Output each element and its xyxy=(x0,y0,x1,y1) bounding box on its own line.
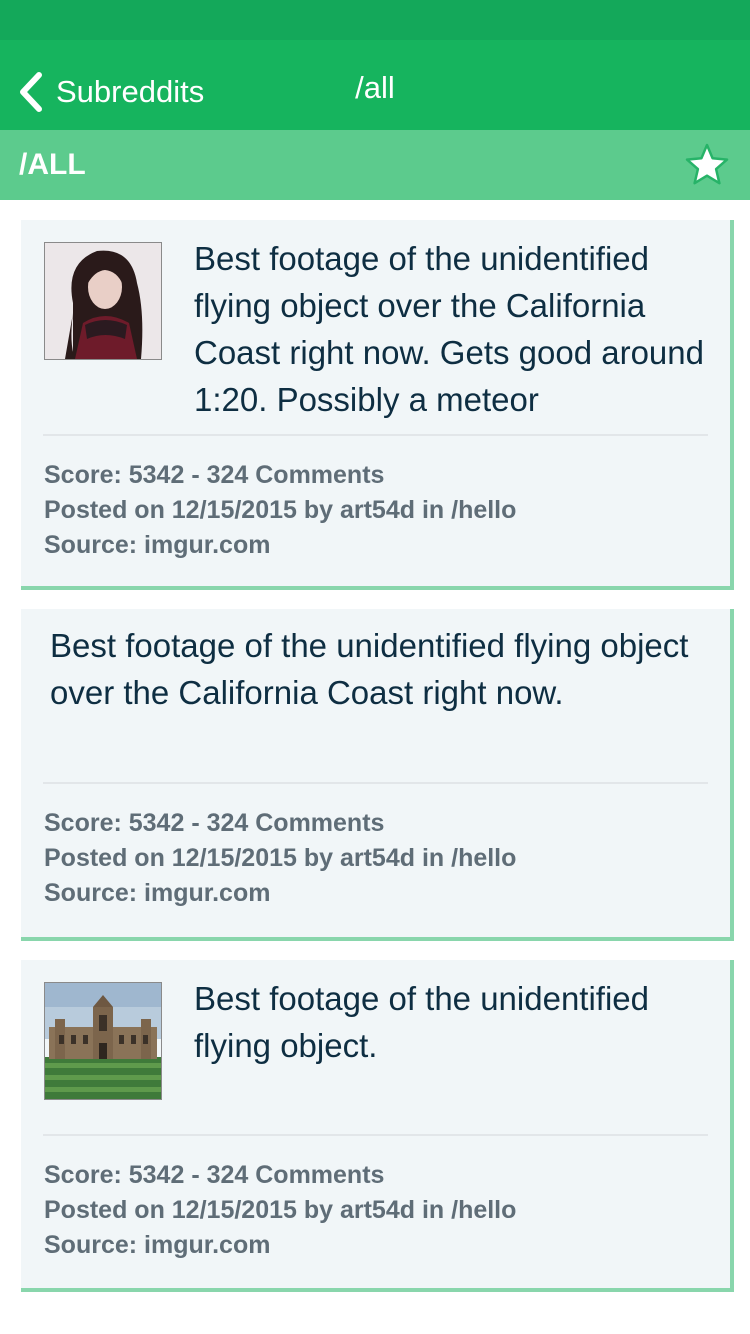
post-score: Score: 5342 - 324 Comments xyxy=(44,1161,385,1189)
post-source[interactable]: Source: imgur.com xyxy=(44,876,270,911)
subreddit-header: /ALL xyxy=(0,130,750,200)
status-bar xyxy=(0,0,750,40)
portrait-thumbnail xyxy=(45,243,161,359)
building-thumbnail xyxy=(45,983,161,1099)
page-title: /all xyxy=(355,70,395,105)
navigation-bar: Subreddits /all xyxy=(0,40,750,130)
post-title[interactable]: Best footage of the unidentified flying … xyxy=(194,235,709,423)
post-thumbnail[interactable] xyxy=(44,982,162,1100)
favorite-button[interactable] xyxy=(684,142,730,188)
post-score: Score: 5342 - 324 Comments xyxy=(44,809,385,837)
subreddit-title: /ALL xyxy=(19,148,86,181)
post-posted-info: Posted on 12/15/2015 by art54d in /hello xyxy=(44,1196,517,1224)
post-source[interactable]: Source: imgur.com xyxy=(44,528,270,563)
post-posted-info: Posted on 12/15/2015 by art54d in /hello xyxy=(44,496,517,524)
post-card[interactable]: Best footage of the unidentified flying … xyxy=(21,220,734,590)
post-title[interactable]: Best footage of the unidentified flying … xyxy=(50,622,695,716)
post-divider xyxy=(43,1134,708,1136)
post-title[interactable]: Best footage of the unidentified flying … xyxy=(194,975,709,1069)
post-source[interactable]: Source: imgur.com xyxy=(44,1228,270,1263)
post-score: Score: 5342 - 324 Comments xyxy=(44,461,385,489)
post-card[interactable]: Best footage of the unidentified flying … xyxy=(21,960,734,1292)
post-card[interactable]: Best footage of the unidentified flying … xyxy=(21,609,734,941)
post-divider xyxy=(43,782,708,784)
post-thumbnail[interactable] xyxy=(44,242,162,360)
star-icon xyxy=(685,143,729,185)
post-divider xyxy=(43,434,708,436)
post-posted-info: Posted on 12/15/2015 by art54d in /hello xyxy=(44,844,517,872)
